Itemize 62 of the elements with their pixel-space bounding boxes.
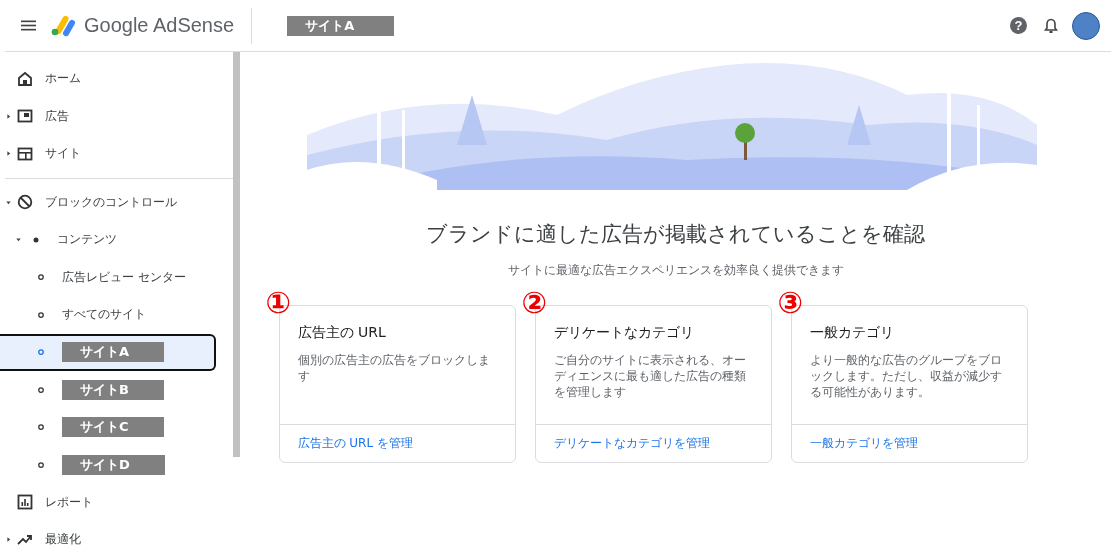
- card-description: より一般的な広告のグループをブロックします。ただし、収益が減少する可能性があります。: [809, 352, 1003, 400]
- block-icon: [17, 194, 33, 211]
- notification-bell-icon[interactable]: [1044, 17, 1058, 34]
- help-button[interactable]: ?: [1010, 17, 1027, 34]
- caret-right-icon[interactable]: [4, 535, 13, 545]
- nav-item[interactable]: コンテンツ: [0, 221, 233, 259]
- logo-icon: [50, 14, 76, 37]
- card-title: デリケートなカテゴリ: [553, 324, 695, 342]
- card-title: 一般カテゴリ: [809, 324, 895, 342]
- nav-item[interactable]: サイトA: [0, 333, 216, 371]
- bar-chart-icon: [17, 494, 33, 511]
- nav-item[interactable]: サイトC: [0, 408, 233, 446]
- nav-item[interactable]: 広告レビュー センター: [0, 258, 233, 296]
- circle-icon: [36, 309, 46, 320]
- caret-right-icon[interactable]: [4, 111, 13, 121]
- page-title: ブランドに適した広告が掲載されていることを確認: [426, 221, 925, 248]
- ad-icon: [17, 108, 33, 125]
- nav-item[interactable]: レポート: [0, 483, 233, 521]
- nav-item[interactable]: 最適化: [0, 521, 233, 559]
- nav-label: ホーム: [45, 70, 81, 88]
- card-title: 広告主の URL: [297, 324, 387, 342]
- number-annotation: ③: [777, 288, 803, 318]
- circle-icon: [36, 384, 46, 395]
- nav-label: コンテンツ: [57, 231, 117, 249]
- nav-label: ブロックのコントロール: [45, 193, 177, 211]
- nav-label: 広告: [45, 107, 69, 125]
- manage-link[interactable]: デリケートなカテゴリを管理: [553, 435, 710, 452]
- number-annotation: ②: [521, 288, 547, 318]
- nav-label: レポート: [45, 493, 93, 511]
- site-name: サイトA: [62, 342, 165, 363]
- site-name: サイトD: [62, 454, 165, 475]
- home-icon: [17, 70, 33, 87]
- circle-icon: [36, 272, 46, 283]
- circle-icon: [36, 422, 46, 433]
- page-subtitle: サイトに最適な広告エクスペリエンスを効率良く提供できます: [507, 262, 844, 279]
- site-name: サイトA: [287, 15, 395, 36]
- card-description: ご自分のサイトに表示される、オーディエンスに最も適した広告の種類を管理します: [553, 352, 747, 400]
- manage-link[interactable]: 一般カテゴリを管理: [809, 435, 918, 452]
- nav-item[interactable]: 広告: [0, 97, 233, 135]
- nav-item[interactable]: サイト: [0, 135, 233, 173]
- circle-icon: [36, 347, 46, 358]
- card-description: 個別の広告主の広告をブロックします: [297, 352, 491, 384]
- number-annotation: ①: [265, 288, 291, 318]
- nav-label: 最適化: [45, 531, 81, 549]
- site-name: サイトC: [62, 417, 164, 438]
- nav-item[interactable]: ホーム: [0, 60, 233, 98]
- nav-item[interactable]: サイトD: [0, 446, 233, 484]
- circle-icon: [36, 459, 46, 470]
- nav-label: すべてのサイト: [62, 306, 146, 324]
- nav-label: 広告レビュー センター: [62, 268, 186, 286]
- manage-link[interactable]: 広告主の URL を管理: [297, 435, 413, 452]
- site-name: サイトB: [62, 379, 164, 400]
- nav-item[interactable]: すべてのサイト: [0, 296, 233, 334]
- product-name: Google AdSense: [84, 14, 235, 37]
- nav-item[interactable]: サイトB: [0, 371, 233, 409]
- menu-icon[interactable]: [21, 20, 36, 31]
- nav-label: サイト: [45, 145, 81, 163]
- scrollbar[interactable]: [233, 52, 240, 457]
- nav-item[interactable]: ブロックのコントロール: [0, 183, 233, 221]
- avatar[interactable]: [1072, 11, 1100, 40]
- caret-right-icon[interactable]: [4, 149, 13, 159]
- window-icon: [17, 145, 33, 162]
